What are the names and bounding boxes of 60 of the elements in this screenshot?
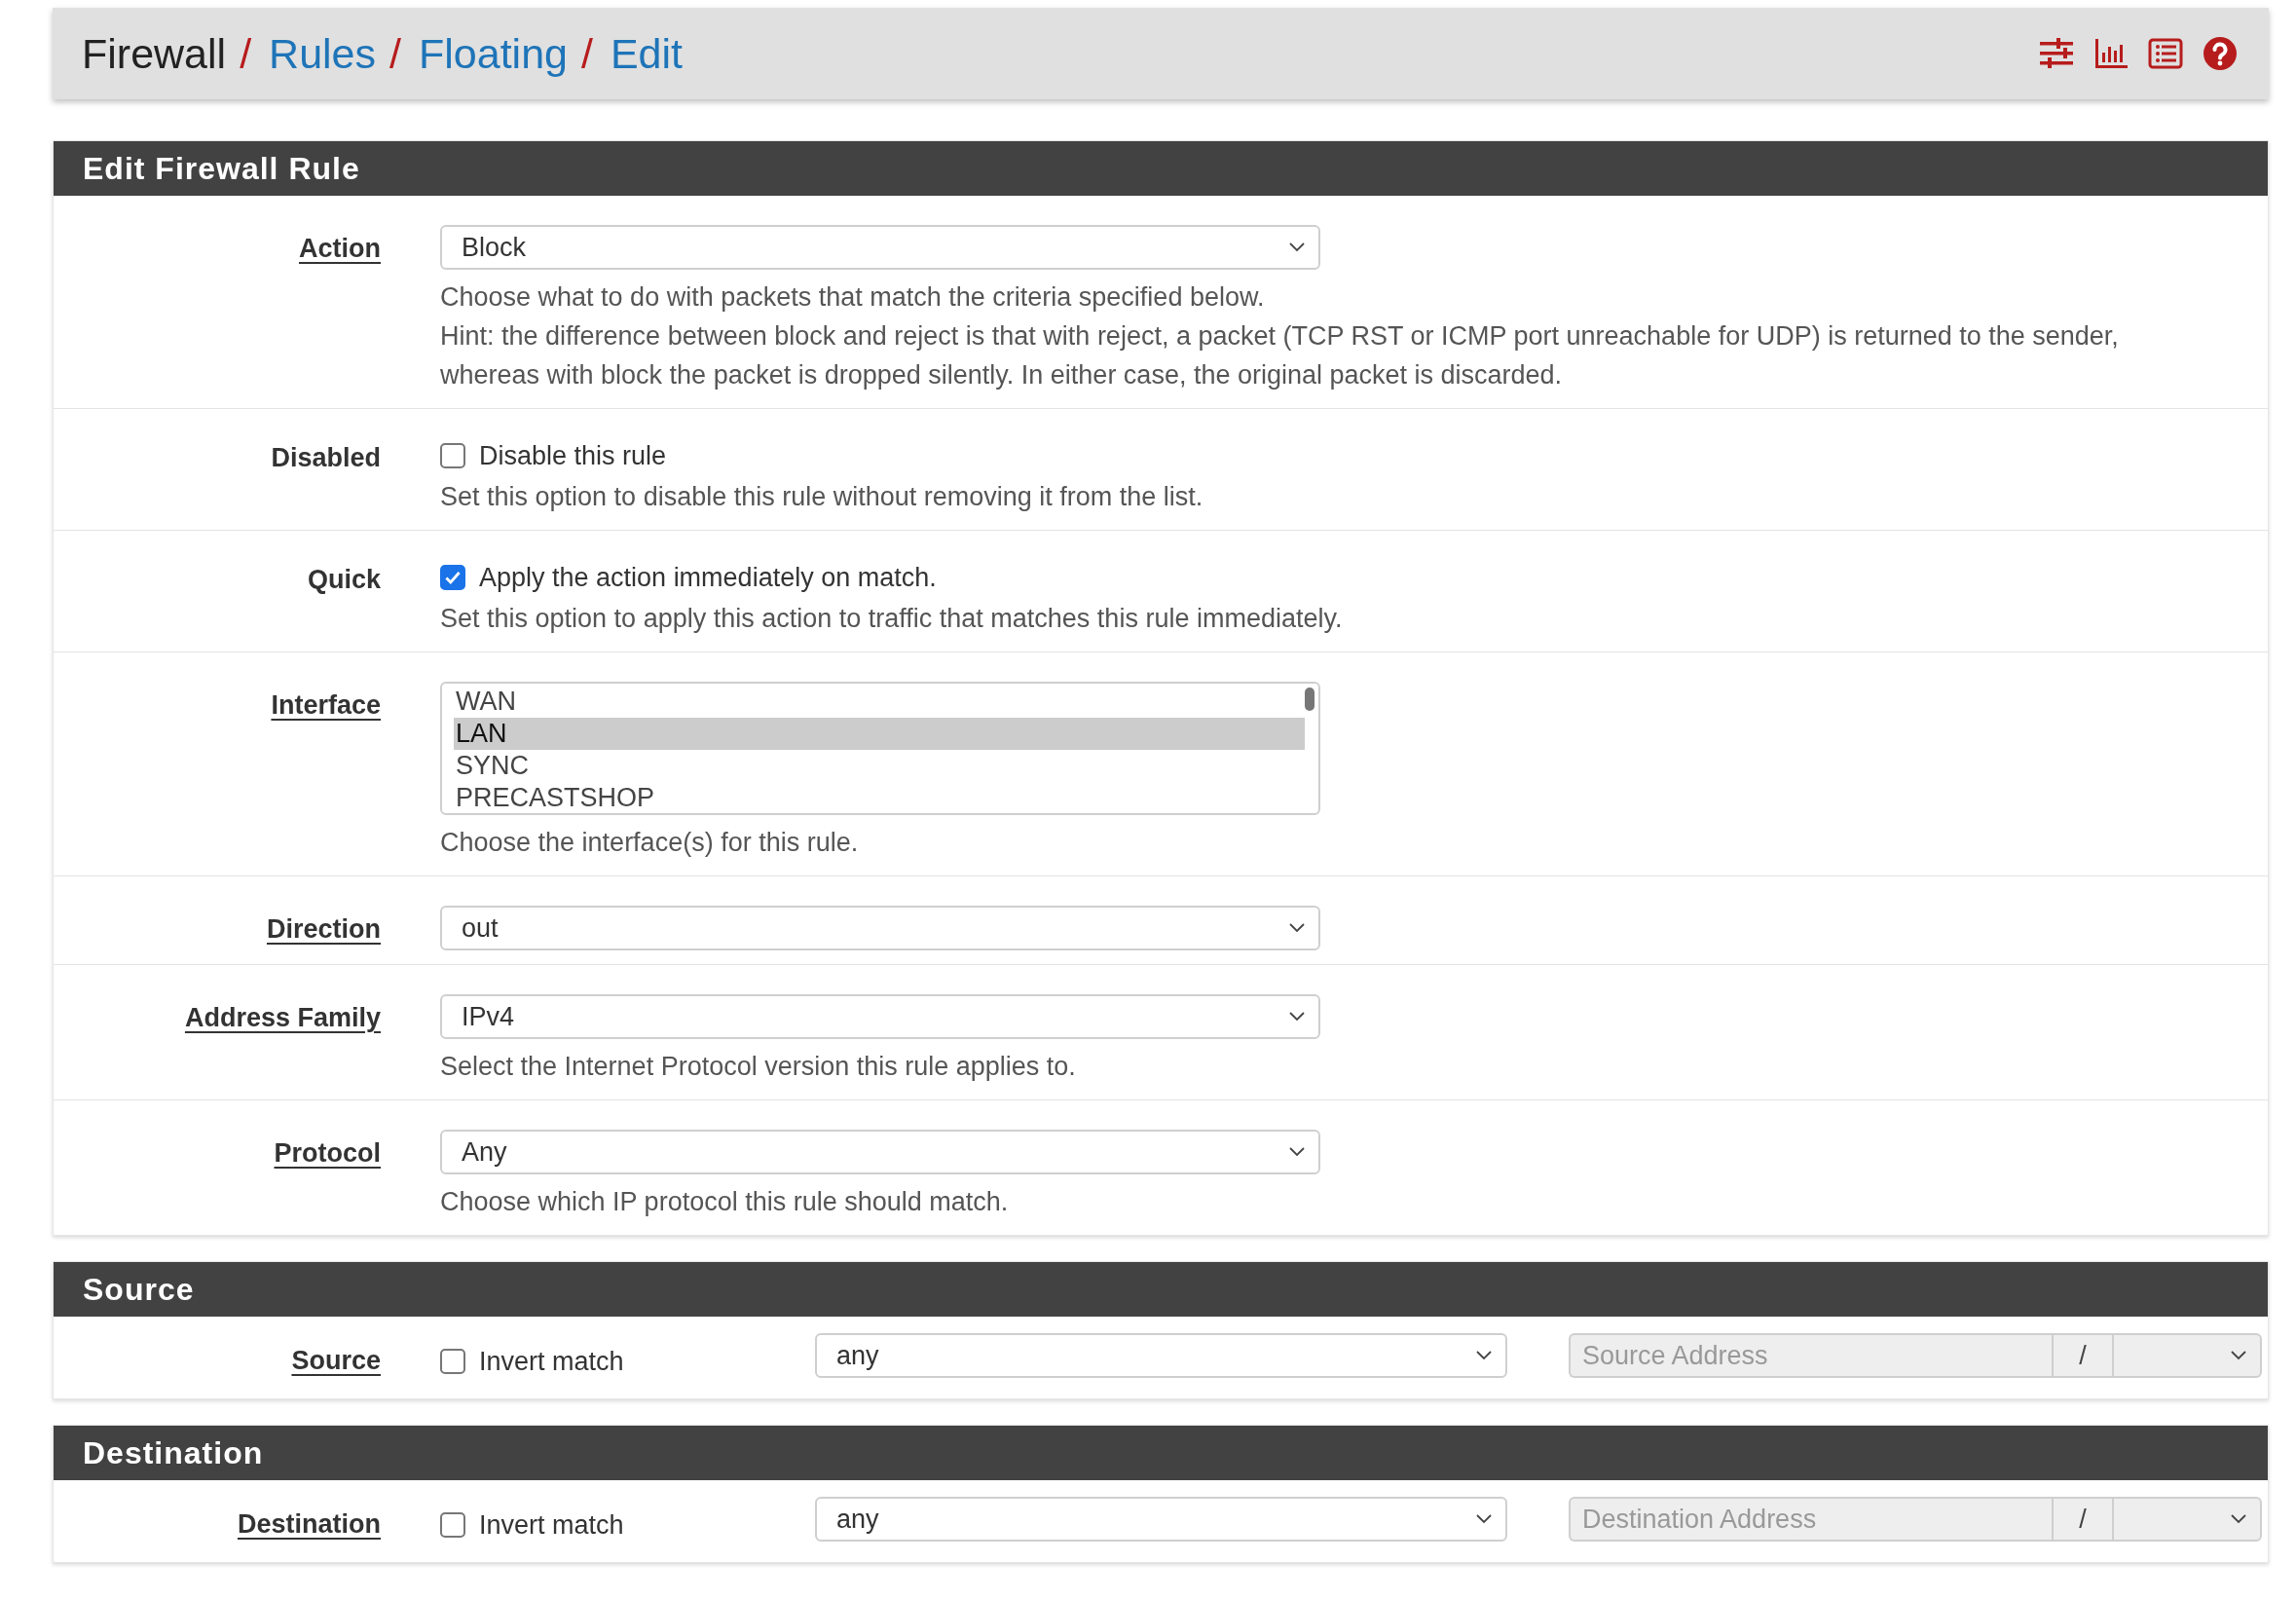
breadcrumb-separator: / (580, 29, 593, 78)
scrollbar-thumb[interactable] (1305, 688, 1315, 711)
interface-listbox[interactable]: WAN LAN SYNC PRECASTSHOP (440, 682, 1320, 815)
caret-icon (1289, 1012, 1305, 1022)
caret-icon (1289, 1147, 1305, 1157)
list-option[interactable]: SYNC (454, 750, 1305, 782)
breadcrumb-separator: / (240, 29, 252, 78)
caret-icon (1289, 242, 1305, 252)
help-text: Set this option to disable this rule without removing it from the list. (440, 481, 1204, 513)
list-option[interactable]: LAN (454, 718, 1305, 750)
breadcrumb-link[interactable]: Rules (269, 29, 377, 78)
help-icon[interactable] (2203, 36, 2238, 71)
caret-icon (1476, 1351, 1492, 1360)
list-option[interactable]: WAN (454, 686, 1305, 718)
dropdown-select[interactable]: any (815, 1497, 1507, 1542)
list-option[interactable]: PRECASTSHOP (454, 782, 1305, 813)
field-label-link[interactable]: Interface (54, 682, 381, 862)
caret-icon (1289, 923, 1305, 933)
field-label-link[interactable]: Direction (54, 906, 381, 950)
checkbox[interactable] (440, 1512, 465, 1538)
field-label-link[interactable]: Destination (54, 1497, 381, 1542)
breadcrumb-link[interactable]: Floating (419, 29, 568, 78)
field-label: Disabled (270, 442, 381, 474)
dropdown-select[interactable]: Block (440, 225, 1320, 270)
dropdown-select[interactable]: Any (440, 1130, 1320, 1174)
help-text: Choose what to do with packets that match the criteria specified below. (440, 281, 1266, 314)
help-text: Choose the interface(s) for this rule. (440, 827, 860, 859)
caret-icon (2231, 1351, 2246, 1360)
sliders-icon[interactable] (2039, 36, 2074, 71)
checkbox-label[interactable]: Invert match (479, 1509, 624, 1541)
slash-addon: / (2052, 1497, 2114, 1542)
section-heading: Destination (54, 1426, 2268, 1480)
help-text: Select the Internet Protocol version this rule applies to. (440, 1051, 1077, 1083)
checkbox-label[interactable]: Invert match (479, 1346, 624, 1377)
field-label-link[interactable]: Protocol (54, 1130, 381, 1221)
list-icon[interactable] (2148, 36, 2183, 71)
section-heading: Edit Firewall Rule (54, 141, 2268, 196)
checkbox[interactable] (440, 565, 465, 590)
checkbox-label[interactable]: Disable this rule (479, 440, 667, 471)
dropdown-select[interactable]: out (440, 906, 1320, 950)
field-label-link[interactable]: Source (54, 1333, 381, 1378)
help-text: Choose which IP protocol this rule should match. (440, 1186, 1010, 1218)
section-heading: Source (54, 1262, 2268, 1317)
breadcrumb-link[interactable]: Edit (610, 29, 684, 78)
caret-icon (2231, 1514, 2246, 1524)
dropdown-select[interactable]: any (815, 1333, 1507, 1378)
breadcrumb-separator: / (389, 29, 401, 78)
checkbox[interactable] (440, 443, 465, 468)
field-label-link[interactable]: Action (54, 225, 381, 394)
caret-icon (1476, 1514, 1492, 1524)
page-title: Firewall (82, 29, 227, 78)
bar-chart-icon[interactable] (2093, 36, 2129, 71)
help-text: Hint: the difference between block and reject is that with reject, a packet (TCP RST or ICMP port unreachable for UDP) is returned to the sender, whereas with block the packet is dropped silently. In either case, the original packet is discarded. (440, 320, 2120, 391)
help-text: Set this option to apply this action to traffic that matches this rule immediately. (440, 603, 1344, 635)
checkbox-label[interactable]: Apply the action immediately on match. (479, 562, 937, 593)
field-label: Quick (306, 564, 381, 596)
checkbox[interactable] (440, 1349, 465, 1374)
dropdown-select[interactable]: IPv4 (440, 994, 1320, 1039)
slash-addon: / (2052, 1333, 2114, 1378)
field-label-link[interactable]: Address Family (54, 994, 381, 1086)
